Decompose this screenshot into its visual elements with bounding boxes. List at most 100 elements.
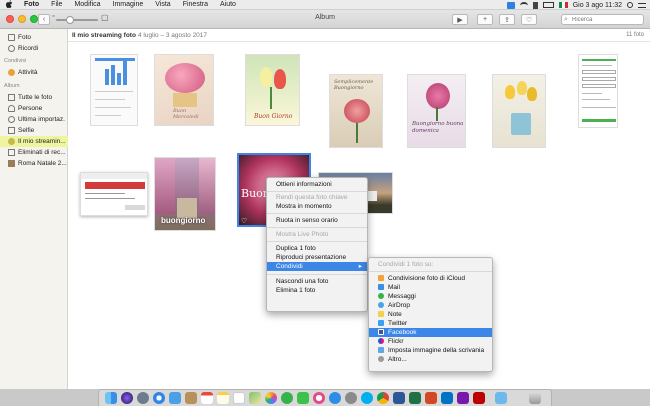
share-item-mail[interactable]: Mail <box>369 283 492 292</box>
battery-icon[interactable] <box>542 2 554 8</box>
search-field[interactable]: ⌕ <box>561 14 644 25</box>
photo-thumbnail-yellow-tulips[interactable] <box>492 74 546 148</box>
photo-thumbnail-street-buongiorno[interactable]: buongiorno <box>154 157 216 231</box>
menu-vista[interactable]: Vista <box>149 0 176 10</box>
word-icon[interactable] <box>393 392 405 404</box>
onenote-icon[interactable] <box>457 392 469 404</box>
preferences-icon[interactable] <box>345 392 357 404</box>
share-item-desktop-picture[interactable]: Imposta immagine della scrivania <box>369 346 492 355</box>
share-item-flickr[interactable]: Flickr <box>369 337 492 346</box>
menu-modifica[interactable]: Modifica <box>68 0 106 10</box>
menu-immagine[interactable]: Immagine <box>107 0 150 10</box>
menu-item-riproduci-presentazione[interactable]: Riproduci presentazione <box>267 253 367 262</box>
menu-separator <box>267 227 367 228</box>
spotlight-icon[interactable] <box>627 2 633 8</box>
menu-app-foto[interactable]: Foto <box>18 0 45 10</box>
sidebar-item-photo-stream[interactable]: Il mio streamin... <box>0 136 68 147</box>
launchpad-icon[interactable] <box>137 392 149 404</box>
sidebar-item-selfie[interactable]: Selfie <box>0 125 68 136</box>
photo-caption: Buongiorno buona domenica <box>412 121 464 134</box>
menu-item-ruota-senso-orario[interactable]: Ruota in senso orario <box>267 216 367 225</box>
sidebar-item-roma-natale[interactable]: Roma Natale 2... <box>0 158 68 169</box>
menu-aiuto[interactable]: Aiuto <box>214 0 242 10</box>
calendar-icon[interactable] <box>201 392 213 404</box>
photo-thumbnail-screenshot-dialog[interactable] <box>80 172 148 216</box>
menu-finestra[interactable]: Finestra <box>177 0 214 10</box>
finder-icon[interactable] <box>105 392 117 404</box>
apple-menu-icon[interactable] <box>0 0 18 10</box>
photo-thumbnail-flowers-semplicemente[interactable]: Semplicemente Buongiorno <box>329 74 383 148</box>
notification-center-icon[interactable] <box>638 2 646 8</box>
messages-icon[interactable] <box>281 392 293 404</box>
powerpoint-icon[interactable] <box>425 392 437 404</box>
album-icon <box>8 160 15 167</box>
sidebar-item-attivita[interactable]: Attività <box>0 67 68 78</box>
volume-icon[interactable] <box>532 1 538 9</box>
slideshow-button[interactable]: ▶ <box>452 14 468 25</box>
dropbox-icon[interactable] <box>506 1 515 9</box>
filezilla-icon[interactable] <box>473 392 485 404</box>
sidebar-item-ultima-importazione[interactable]: Ultima importaz. <box>0 114 68 125</box>
trash-icon[interactable] <box>529 392 541 404</box>
search-input[interactable] <box>572 15 642 24</box>
sidebar-section-album: Album <box>4 83 20 89</box>
share-button[interactable]: ⇪ <box>499 14 515 25</box>
mail-icon[interactable] <box>169 392 181 404</box>
facetime-icon[interactable] <box>297 392 309 404</box>
menu-separator <box>267 274 367 275</box>
notes-icon[interactable] <box>217 392 229 404</box>
menu-item-mostra-in-momento[interactable]: Mostra in momento <box>267 202 367 211</box>
menu-item-duplica-foto[interactable]: Duplica 1 foto <box>267 244 367 253</box>
chrome-icon[interactable] <box>377 392 389 404</box>
share-item-note[interactable]: Note <box>369 310 492 319</box>
photo-thumbnail-screenshot-chart[interactable] <box>90 54 138 126</box>
clock[interactable]: Gio 3 ago 11:32 <box>573 2 622 9</box>
sidebar-item-foto[interactable]: Foto <box>0 32 68 43</box>
maps-icon[interactable] <box>249 392 261 404</box>
menu-file[interactable]: File <box>45 0 68 10</box>
share-item-facebook[interactable]: Facebook <box>369 328 492 337</box>
sidebar-item-label: Persone <box>18 105 43 112</box>
heart-icon[interactable]: ♡ <box>241 217 247 225</box>
add-button[interactable]: + <box>477 14 493 25</box>
reminders-icon[interactable] <box>233 392 245 404</box>
share-item-altro[interactable]: Altro... <box>369 355 492 364</box>
sidebar-item-eliminati[interactable]: Eliminati di rec... <box>0 147 68 158</box>
photo-thumbnail-tulips-buon-giorno[interactable]: Buon Giorno <box>245 54 300 126</box>
menu-item-elimina-foto[interactable]: Elimina 1 foto <box>267 286 367 295</box>
sidebar-item-persone[interactable]: Persone <box>0 103 68 114</box>
share-item-twitter[interactable]: Twitter <box>369 319 492 328</box>
photo-thumbnail-screenshot-form[interactable] <box>578 54 618 128</box>
appstore-icon[interactable] <box>329 392 341 404</box>
photos-icon[interactable] <box>265 392 277 404</box>
itunes-icon[interactable] <box>313 392 325 404</box>
photo-thumbnail-flowers-buongiorno-domenica[interactable]: Buongiorno buona domenica <box>407 74 466 148</box>
notes-icon <box>378 311 384 317</box>
wifi-icon[interactable] <box>519 1 528 9</box>
share-item-icloud[interactable]: Condivisione foto di iCloud <box>369 274 492 283</box>
sidebar-item-label: Attività <box>18 69 38 76</box>
people-icon <box>8 105 15 112</box>
share-item-label: AirDrop <box>388 302 411 309</box>
favorite-button[interactable]: ♡ <box>521 14 537 25</box>
safari-icon[interactable] <box>153 392 165 404</box>
menu-item-ottieni-informazioni[interactable]: Ottieni informazioni <box>267 180 367 189</box>
excel-icon[interactable] <box>409 392 421 404</box>
menu-item-nascondi-foto[interactable]: Nascondi una foto <box>267 277 367 286</box>
trash-icon <box>8 149 15 156</box>
share-item-label: Messaggi <box>388 293 416 300</box>
menu-item-condividi[interactable]: Condividi ▸ <box>267 262 367 271</box>
menu-separator <box>267 191 367 192</box>
contacts-icon[interactable] <box>185 392 197 404</box>
share-item-messaggi[interactable]: Messaggi <box>369 292 492 301</box>
flag-icon[interactable] <box>558 2 568 8</box>
sidebar-item-tutte-le-foto[interactable]: Tutte le foto <box>0 92 68 103</box>
memories-icon <box>8 45 15 52</box>
folder-icon[interactable] <box>495 392 507 404</box>
photo-thumbnail-roses-greeting[interactable]: Buon Mercoledì <box>154 54 214 126</box>
sidebar-item-ricordi[interactable]: Ricordi <box>0 43 68 54</box>
siri-icon[interactable] <box>121 392 133 404</box>
outlook-icon[interactable] <box>441 392 453 404</box>
skype-icon[interactable] <box>361 392 373 404</box>
share-item-airdrop[interactable]: AirDrop <box>369 301 492 310</box>
